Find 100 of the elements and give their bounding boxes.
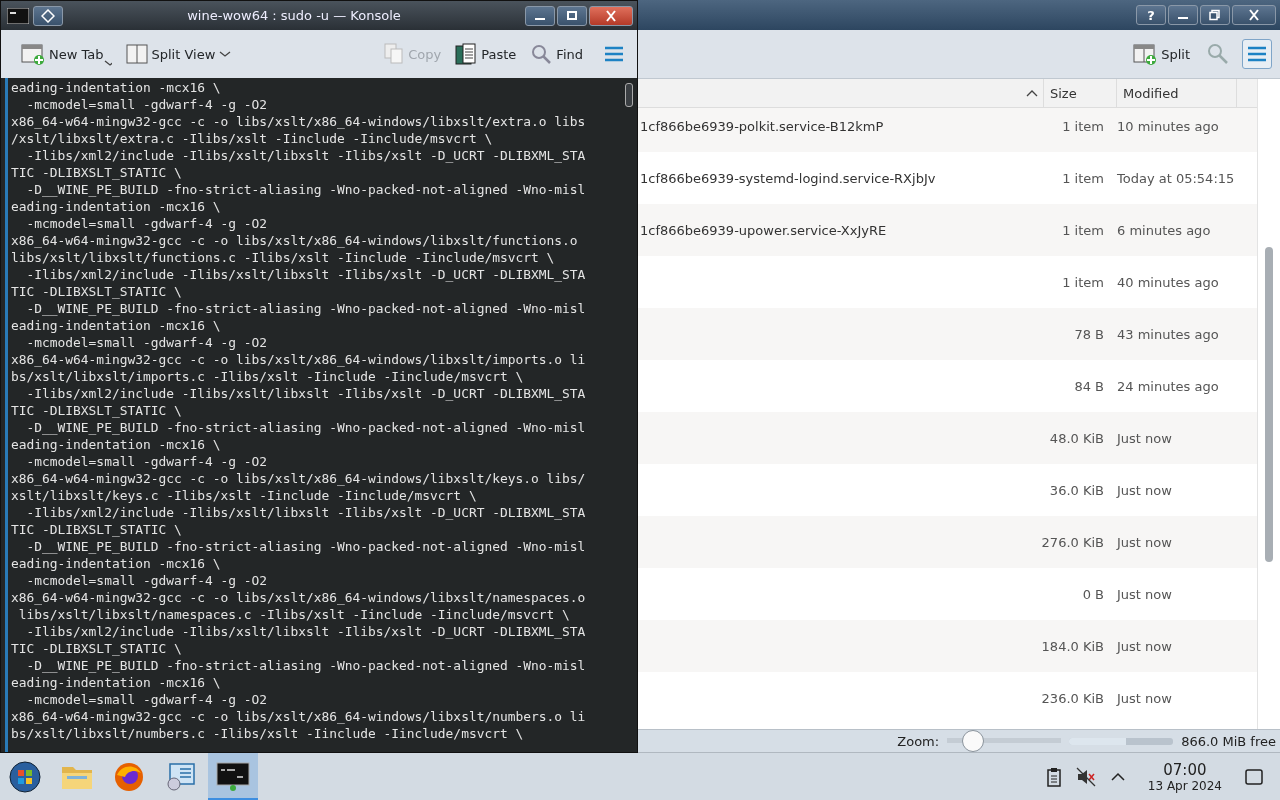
menu-button[interactable] [1242,39,1272,69]
restore-button[interactable] [1200,5,1230,25]
modified-date: Just now [1115,586,1173,602]
file-name[interactable]: 1cf866be6939-systemd-logind.service-RXjbJv [640,170,936,186]
terminal-line: -Ilibs/xml2/include -Ilibs/xslt/libxslt -Ilibs/xslt -D_UCRT -DLIBXML_STA [25,147,587,164]
window-title: wine-wow64 : sudo -u — Konsole [186,8,402,23]
modified-date: Just now [1115,482,1173,498]
column-header[interactable]: Size [1043,79,1116,107]
pin-button[interactable] [33,5,63,26]
minimize-icon [535,17,545,20]
terminal-line: TIC -DLIBXSLT_STATIC \ [11,521,183,538]
terminal-line: -mcmodel=small -gdwarf-4 -g -O2 [25,215,269,232]
terminal-line: bs/xslt/libxslt/numbers.c -Ilibs/xslt -Iinclude -Iinclude/msvcrt \ [11,725,525,742]
terminal-line: -Ilibs/xml2/include -Ilibs/xslt/libxslt -Ilibs/xslt -D_UCRT -DLIBXML_STA [25,623,587,640]
terminal-line: x86_64-w64-mingw32-gcc -c -o libs/xslt/x86_64-windows/libxslt/extra.o libs [11,113,587,130]
new-tab-icon [21,43,45,65]
file-size: 36.0 KiB [1048,482,1105,498]
copy-icon [384,43,405,65]
terminal-line: libs/xslt/libxslt/functions.c -Ilibs/xslt -Iinclude -Iinclude/msvcrt \ [11,249,556,266]
clock[interactable]: 07:00 13 Apr 2024 [1147,761,1222,793]
terminal-line: -D__WINE_PE_BUILD -fno-strict-aliasing -Wno-packed-not-aligned -Wno-misl [25,300,587,317]
diamond-icon [41,8,55,23]
terminal-line: -D__WINE_PE_BUILD -fno-strict-aliasing -Wno-packed-not-aligned -Wno-misl [25,538,587,555]
close-icon [604,9,618,22]
terminal-line: x86_64-w64-mingw32-gcc -c -o libs/xslt/x86_64-windows/libxslt/numbers.o li [11,708,587,725]
clock-time: 07:00 [1163,761,1207,779]
sort-caret-icon[interactable] [1025,88,1039,98]
terminal-line: xslt/libxslt/keys.c -Ilibs/xslt -Iinclude -Iinclude/msvcrt \ [11,487,478,504]
terminal-line: x86_64-w64-mingw32-gcc -c -o libs/xslt/x86_64-windows/libxslt/imports.o li [11,351,587,368]
column-header[interactable]: Modified [1116,79,1237,107]
free-space-label: 866.0 MiB free [1181,733,1276,749]
file-size: 1 item [1061,118,1105,134]
modified-date: Just now [1115,430,1173,446]
terminal-line: -Ilibs/xml2/include -Ilibs/xslt/libxslt -Ilibs/xslt -D_UCRT -DLIBXML_STA [25,385,587,402]
file-size: 78 B [1073,326,1105,342]
modified-date: 40 minutes ago [1116,274,1220,290]
search-icon [530,43,553,65]
maximize-icon [565,9,579,22]
modified-date: 10 minutes ago [1116,118,1220,134]
file-size: 276.0 KiB [1040,534,1105,550]
browser-icon [113,761,145,793]
terminal-line: libs/xslt/libxslt/namespaces.c -Ilibs/xslt -Iinclude -Iinclude/msvcrt \ [17,606,571,623]
terminal-line: -mcmodel=small -gdwarf-4 -g -O2 [25,453,269,470]
terminal-line: TIC -DLIBXSLT_STATIC \ [11,402,183,419]
taskbar-app[interactable] [208,753,258,800]
terminal-line: eading-indentation -mcx16 \ [11,198,222,215]
modified-date: Today at 05:54:15 [1116,170,1236,186]
terminal-line: x86_64-w64-mingw32-gcc -c -o libs/xslt/x86_64-windows/libxslt/keys.o libs/ [11,470,587,487]
terminal-line: -mcmodel=small -gdwarf-4 -g -O2 [25,691,269,708]
modified-date: 24 minutes ago [1116,378,1220,394]
terminal-line: TIC -DLIBXSLT_STATIC \ [11,283,183,300]
split-button[interactable]: Split [1129,38,1194,70]
terminal-line: TIC -DLIBXSLT_STATIC \ [11,640,183,657]
file-name[interactable]: 1cf866be6939-upower.service-XxJyRE [640,222,887,238]
minimize-button[interactable] [1168,5,1198,25]
minimize-button[interactable] [525,5,555,26]
file-size: 1 item [1061,170,1105,186]
maximize-button[interactable] [557,5,587,26]
file-name[interactable]: 1cf866be6939-polkit.service-B12kmP [640,118,884,134]
modified-date: 43 minutes ago [1116,326,1220,342]
modified-date: 6 minutes ago [1116,222,1212,238]
terminal-line: -D__WINE_PE_BUILD -fno-strict-aliasing -Wno-packed-not-aligned -Wno-misl [25,657,587,674]
terminal-line: eading-indentation -mcx16 \ [11,317,222,334]
zoom-label: Zoom: [897,733,940,749]
clipboard-icon[interactable] [1045,767,1062,787]
file-size: 184.0 KiB [1040,638,1105,654]
terminal-icon [7,7,29,24]
start-orb-icon [9,761,41,793]
show-desktop-icon[interactable] [1244,768,1264,786]
terminal-icon [216,760,250,791]
file-size: 84 B [1073,378,1105,394]
terminal-line: eading-indentation -mcx16 \ [11,436,222,453]
terminal-line: -Ilibs/xml2/include -Ilibs/xslt/libxslt -Ilibs/xslt -D_UCRT -DLIBXML_STA [25,266,587,283]
terminal-line: /xslt/libxslt/extra.c -Ilibs/xslt -Iinclude -Iinclude/msvcrt \ [11,130,494,147]
file-size: 236.0 KiB [1040,690,1105,706]
modified-date: Just now [1115,534,1173,550]
terminal-line: x86_64-w64-mingw32-gcc -c -o libs/xslt/x86_64-windows/libxslt/namespaces.o [11,589,587,606]
muted-speaker-icon[interactable] [1075,767,1096,787]
caret-up-icon[interactable] [1109,771,1126,783]
file-size: 1 item [1061,274,1105,290]
split-view-icon [125,44,148,64]
close-button[interactable] [1232,5,1276,25]
terminal-line: -D__WINE_PE_BUILD -fno-strict-aliasing -Wno-packed-not-aligned -Wno-misl [25,419,587,436]
restore-icon [1208,9,1222,21]
toolbar-button[interactable]: Split View [121,38,236,70]
terminal-line: -mcmodel=small -gdwarf-4 -g -O2 [25,572,269,589]
terminal-line: TIC -DLIBXSLT_STATIC \ [11,164,183,181]
clock-date: 13 Apr 2024 [1147,778,1222,793]
close-icon [1247,9,1261,21]
terminal-line: -Ilibs/xml2/include -Ilibs/xslt/libxslt -Ilibs/xslt -D_UCRT -DLIBXML_STA [25,504,587,521]
menu-icon [1247,46,1267,62]
modified-date: Just now [1115,638,1173,654]
toolbar-button[interactable]: New Tab [17,38,116,70]
toolbar-button[interactable]: Find [526,38,587,70]
toolbar-button[interactable]: Paste [451,38,521,70]
file-size: 0 B [1081,586,1105,602]
terminal-line: eading-indentation -mcx16 \ [11,555,222,572]
help-button[interactable]: ? [1136,5,1166,25]
close-button[interactable] [589,5,633,26]
terminal-line: eading-indentation -mcx16 \ [11,79,222,96]
